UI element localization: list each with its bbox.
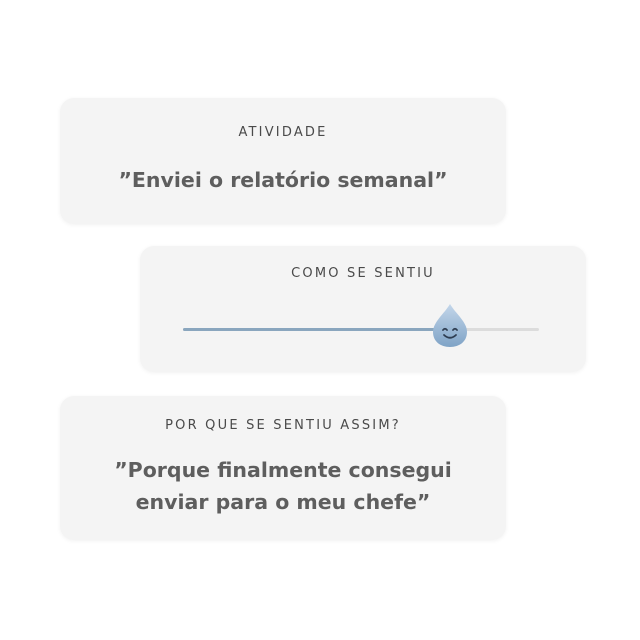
reason-text-line1: ”Porque finalmente consegui bbox=[114, 458, 452, 482]
feeling-card: COMO SE SENTIU bbox=[140, 246, 586, 372]
reason-card: POR QUE SE SENTIU ASSIM? ”Porque finalme… bbox=[60, 396, 506, 540]
activity-label: ATIVIDADE bbox=[238, 125, 328, 140]
activity-card: ATIVIDADE ”Enviei o relatório semanal” bbox=[60, 98, 506, 224]
slider-fill bbox=[183, 328, 450, 331]
feeling-slider[interactable] bbox=[183, 304, 539, 347]
activity-text: ”Enviei o relatório semanal” bbox=[118, 168, 448, 192]
feeling-label: COMO SE SENTIU bbox=[291, 266, 435, 281]
reason-text-line2: enviar para o meu chefe” bbox=[135, 490, 431, 514]
reason-text: ”Porque finalmente consegui enviar para … bbox=[60, 454, 506, 518]
smiling-droplet-icon[interactable] bbox=[430, 302, 470, 348]
reason-label: POR QUE SE SENTIU ASSIM? bbox=[165, 418, 401, 433]
